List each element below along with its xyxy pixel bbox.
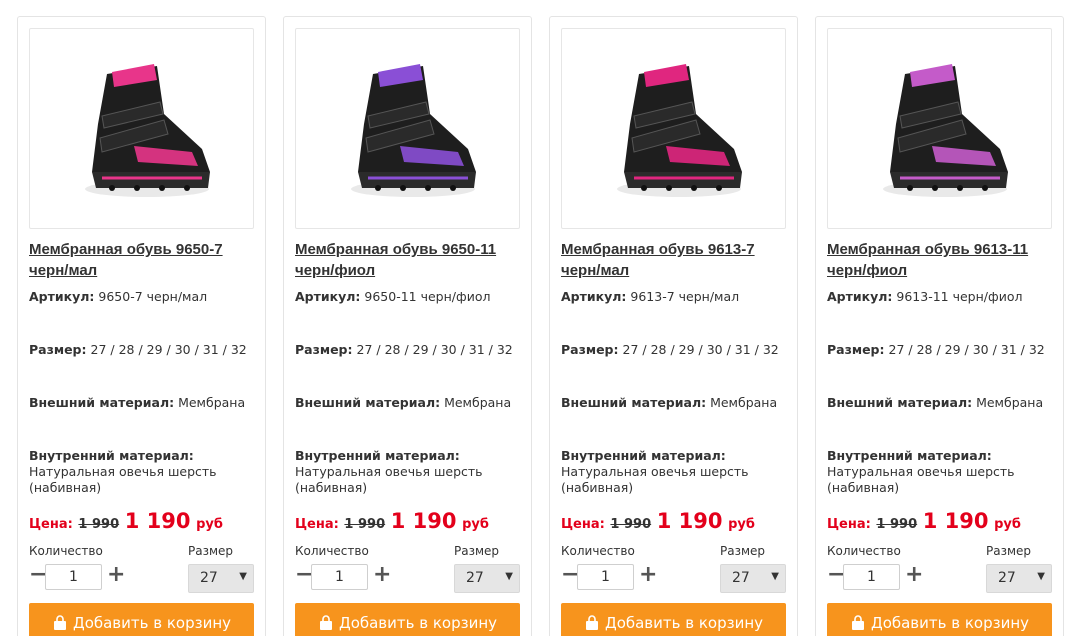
size-select[interactable]: 27 ▼ [986,564,1052,593]
outer-material-row: Внешний материал: Мембрана [827,395,1044,410]
price-block: Цена: 1 990 1 190 руб [827,509,1061,533]
product-title-link[interactable]: Мембранная обувь 9650-7 черн/мал [29,239,257,281]
new-price: 1 190 [390,509,457,533]
plus-icon[interactable]: + [373,564,391,587]
old-price: 1 990 [610,517,652,532]
price-block: Цена: 1 990 1 190 руб [295,509,529,533]
plus-icon[interactable]: + [905,564,923,587]
new-price: 1 190 [124,509,191,533]
product-title-link[interactable]: Мембранная обувь 9613-7 черн/мал [561,239,789,281]
plus-icon[interactable]: + [107,564,125,587]
size-select-value: 27 [732,570,750,586]
inner-material-row: Внутренний материал: Натуральная овечья … [29,448,217,495]
chevron-down-icon: ▼ [771,571,779,582]
price-label: Цена: [29,517,73,532]
size-row: Размер: 27 / 28 / 29 / 30 / 31 / 32 [561,342,779,357]
size-select-label: Размер [454,544,500,558]
add-to-cart-label: Добавить в корзину [604,614,764,632]
currency: руб [994,517,1021,532]
currency: руб [196,517,223,532]
price-block: Цена: 1 990 1 190 руб [29,509,263,533]
size-row: Размер: 27 / 28 / 29 / 30 / 31 / 32 [29,342,247,357]
new-price: 1 190 [656,509,723,533]
boot-image [882,63,1008,197]
size-row: Размер: 27 / 28 / 29 / 30 / 31 / 32 [295,342,513,357]
product-image[interactable] [295,28,520,229]
product-title-link[interactable]: Мембранная обувь 9650-11 черн/фиол [295,239,523,281]
boot-image [616,63,742,197]
shopping-bag-icon [318,615,334,631]
size-select-label: Размер [720,544,766,558]
chevron-down-icon: ▼ [1037,571,1045,582]
price-label: Цена: [827,517,871,532]
minus-icon[interactable]: − [295,564,313,587]
old-price: 1 990 [876,517,918,532]
product-title-link[interactable]: Мембранная обувь 9613-11 черн/фиол [827,239,1055,281]
shopping-bag-icon [52,615,68,631]
quantity-input[interactable] [577,564,634,590]
old-price: 1 990 [344,517,386,532]
add-to-cart-label: Добавить в корзину [72,614,232,632]
product-image[interactable] [827,28,1052,229]
boot-image [350,63,476,197]
product-card: Мембранная обувь 9650-7 черн/мал Артикул… [17,16,266,636]
product-card: Мембранная обувь 9613-7 черн/мал Артикул… [549,16,798,636]
plus-icon[interactable]: + [639,564,657,587]
product-image[interactable] [561,28,786,229]
old-price: 1 990 [78,517,120,532]
minus-icon[interactable]: − [561,564,579,587]
size-select[interactable]: 27 ▼ [454,564,520,593]
product-grid: Мембранная обувь 9650-7 черн/мал Артикул… [17,16,1065,636]
size-select-value: 27 [200,570,218,586]
add-to-cart-button[interactable]: Добавить в корзину [561,603,786,636]
add-to-cart-button[interactable]: Добавить в корзину [827,603,1052,636]
article-row: Артикул: 9613-7 черн/мал [561,289,740,304]
inner-material-row: Внутренний материал: Натуральная овечья … [827,448,1015,495]
minus-icon[interactable]: − [827,564,845,587]
quantity-label: Количество [295,544,369,558]
boot-image [84,63,210,197]
outer-material-row: Внешний материал: Мембрана [561,395,778,410]
chevron-down-icon: ▼ [239,571,247,582]
quantity-label: Количество [29,544,103,558]
size-select[interactable]: 27 ▼ [188,564,254,593]
article-row: Артикул: 9650-7 черн/мал [29,289,208,304]
shopping-bag-icon [850,615,866,631]
size-select[interactable]: 27 ▼ [720,564,786,593]
outer-material-row: Внешний материал: Мембрана [295,395,512,410]
article-row: Артикул: 9613-11 черн/фиол [827,289,1023,304]
size-select-value: 27 [466,570,484,586]
inner-material-row: Внутренний материал: Натуральная овечья … [295,448,483,495]
inner-material-row: Внутренний материал: Натуральная овечья … [561,448,749,495]
quantity-label: Количество [827,544,901,558]
product-card: Мембранная обувь 9650-11 черн/фиол Артик… [283,16,532,636]
quantity-input[interactable] [843,564,900,590]
size-row: Размер: 27 / 28 / 29 / 30 / 31 / 32 [827,342,1045,357]
shopping-bag-icon [584,615,600,631]
add-to-cart-label: Добавить в корзину [870,614,1030,632]
minus-icon[interactable]: − [29,564,47,587]
chevron-down-icon: ▼ [505,571,513,582]
article-row: Артикул: 9650-11 черн/фиол [295,289,491,304]
size-select-label: Размер [188,544,234,558]
new-price: 1 190 [922,509,989,533]
size-select-value: 27 [998,570,1016,586]
add-to-cart-button[interactable]: Добавить в корзину [295,603,520,636]
product-image[interactable] [29,28,254,229]
currency: руб [462,517,489,532]
price-block: Цена: 1 990 1 190 руб [561,509,795,533]
quantity-input[interactable] [311,564,368,590]
add-to-cart-label: Добавить в корзину [338,614,498,632]
currency: руб [728,517,755,532]
add-to-cart-button[interactable]: Добавить в корзину [29,603,254,636]
price-label: Цена: [295,517,339,532]
outer-material-row: Внешний материал: Мембрана [29,395,246,410]
quantity-input[interactable] [45,564,102,590]
product-card: Мембранная обувь 9613-11 черн/фиол Артик… [815,16,1064,636]
quantity-label: Количество [561,544,635,558]
size-select-label: Размер [986,544,1032,558]
price-label: Цена: [561,517,605,532]
